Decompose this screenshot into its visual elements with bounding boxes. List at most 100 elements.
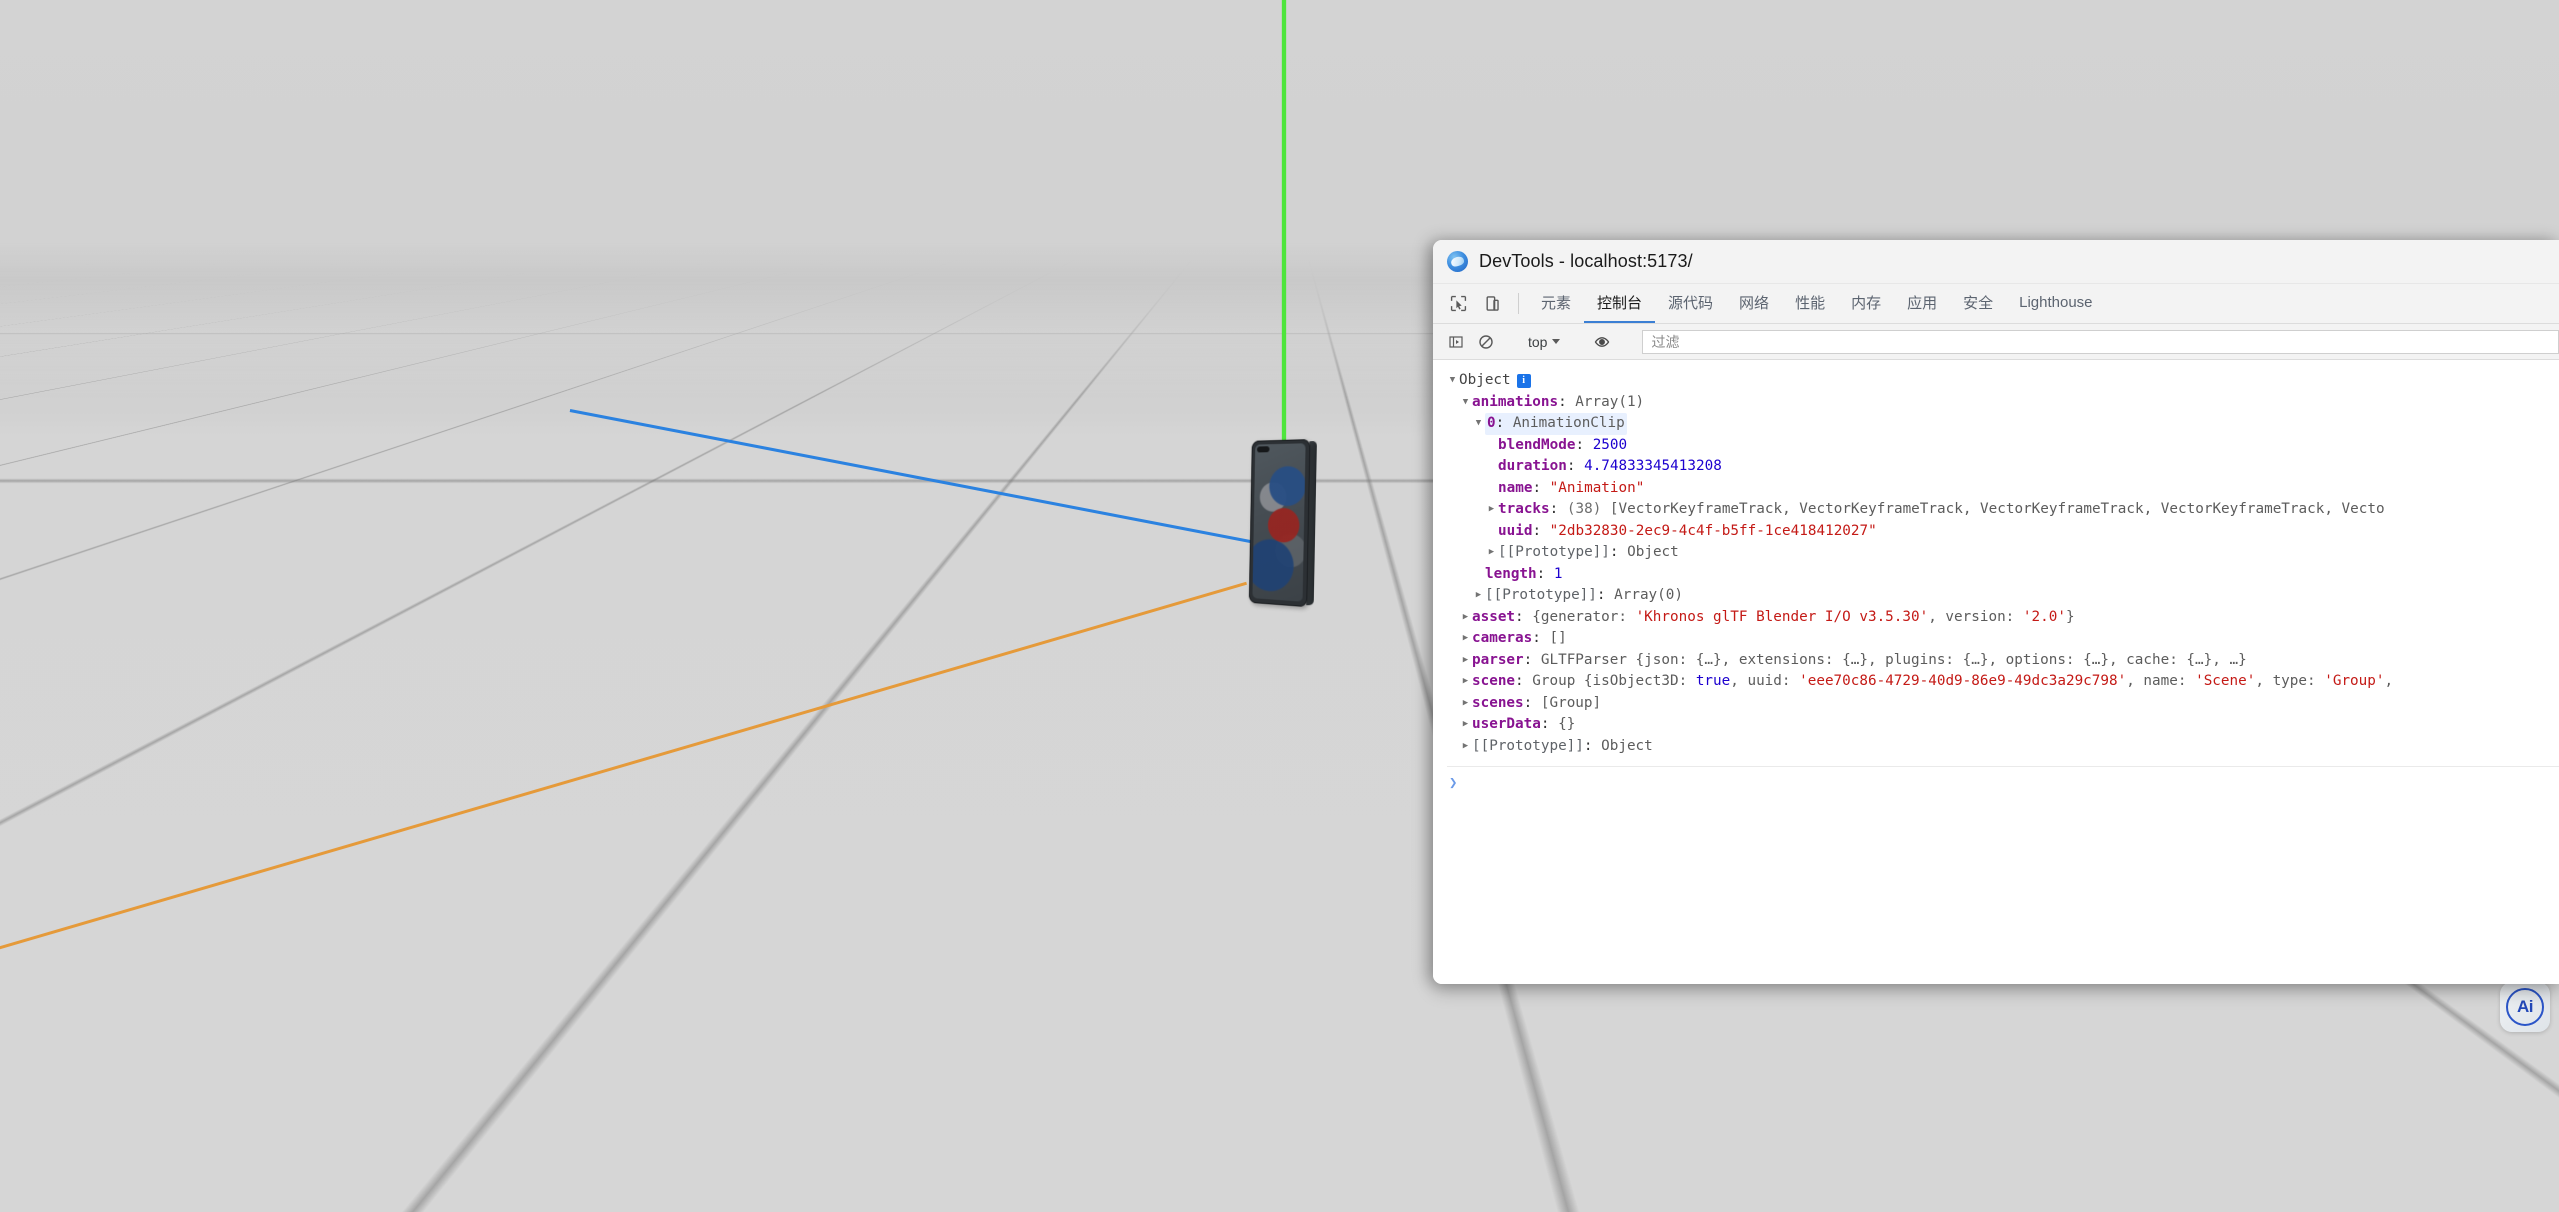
tab-lighthouse[interactable]: Lighthouse (2006, 284, 2105, 323)
console-tree-row[interactable]: ▶ [[Prototype]]: Object (1447, 736, 2559, 758)
console-tree-row[interactable]: uuid: "2db32830-2ec9-4c4f-b5ff-1ce418412… (1447, 521, 2559, 543)
collapsed-triangle-icon[interactable]: ▶ (1486, 499, 1497, 521)
device-toolbar-icon[interactable] (1475, 284, 1509, 323)
console-output-panel[interactable]: ▼ Object i ▼ animations: Array(1) ▼ 0: Animati… (1433, 360, 2559, 984)
console-token: (38) (1566, 501, 1610, 517)
console-row-content: uuid: "2db32830-2ec9-4c4f-b5ff-1ce418412… (1498, 521, 1877, 543)
console-row-content: [[Prototype]]: Object (1498, 542, 1679, 564)
console-token: , (2384, 673, 2394, 689)
console-tree-row[interactable]: ▶ [[Prototype]]: Object (1447, 542, 2559, 564)
edge-browser-logo-icon (1447, 251, 1468, 272)
console-token: {} (1558, 716, 1576, 732)
console-token: : (1515, 608, 1533, 625)
inspect-element-icon[interactable] (1441, 284, 1475, 323)
tab-elements[interactable]: 元素 (1528, 284, 1584, 323)
devtools-tab-strip[interactable]: 元素 控制台 源代码 网络 性能 内存 应用 安全 Lighthouse (1433, 284, 2559, 324)
console-token: 0 (1487, 415, 1496, 431)
devtools-title: DevTools - localhost:5173/ (1479, 251, 1693, 271)
phone-camera-notch (1256, 446, 1270, 453)
console-token: '2.0' (2022, 608, 2066, 625)
ai-assistant-badge[interactable]: Ai (2500, 982, 2550, 1032)
console-prompt-row[interactable]: ❯ (1447, 766, 2559, 795)
tab-application[interactable]: 应用 (1894, 284, 1950, 323)
tab-sources[interactable]: 源代码 (1655, 284, 1726, 323)
console-token: 'Khronos glTF Blender I/O v3.5.30' (1635, 608, 1929, 625)
clear-console-icon[interactable] (1471, 329, 1501, 355)
console-token: scene (1472, 673, 1516, 689)
console-tree-row[interactable]: ▼ Object i (1447, 370, 2559, 392)
console-tree-row[interactable]: ▼ 0: AnimationClip (1447, 413, 2559, 435)
console-token: GLTFParser {json: {…}, extensions: {…}, … (1540, 651, 2247, 668)
console-token: 4.74833345413208 (1584, 458, 1722, 474)
console-tree-row[interactable]: ▶ cameras: [] (1447, 628, 2559, 650)
phone-screen-texture (1252, 443, 1306, 602)
console-row-content: [[Prototype]]: Array(0) (1485, 585, 1683, 607)
tab-console[interactable]: 控制台 (1584, 284, 1656, 323)
console-token: } (2065, 608, 2075, 625)
console-tree-row[interactable]: ▶ tracks: (38) [VectorKeyframeTrack, Vect… (1447, 499, 2559, 521)
console-token: [VectorKeyframeTrack, VectorKeyframeTrac… (1609, 501, 2385, 517)
grid-plane (0, 131, 2559, 248)
collapsed-triangle-icon[interactable]: ▶ (1473, 585, 1484, 607)
collapsed-triangle-icon[interactable]: ▶ (1460, 693, 1471, 715)
tab-performance[interactable]: 性能 (1782, 284, 1838, 323)
console-filter-input[interactable]: 过滤 (1642, 329, 2559, 354)
console-tree-row[interactable]: ▶ parser: GLTFParser {json: {…}, extensio… (1447, 650, 2559, 672)
console-token: : (1532, 522, 1550, 539)
console-token: Object (1459, 372, 1511, 388)
console-token: [Group] (1540, 694, 1602, 711)
console-tree-row[interactable]: ▶ userData: {} (1447, 714, 2559, 736)
console-token: : (1575, 436, 1593, 453)
console-tree-row[interactable]: ▶ [[Prototype]]: Array(0) (1447, 585, 2559, 607)
console-token: scenes (1472, 694, 1524, 711)
console-tree-row[interactable]: blendMode: 2500 (1447, 435, 2559, 457)
console-token: : (1495, 415, 1513, 431)
sidebar-toggle-icon[interactable] (1441, 329, 1471, 355)
collapsed-triangle-icon[interactable]: ▶ (1460, 650, 1471, 672)
console-toolbar[interactable]: top 过滤 (1433, 324, 2559, 360)
console-token: Group {isObject3D: (1532, 673, 1696, 689)
collapsed-triangle-icon[interactable]: ▶ (1460, 671, 1471, 693)
console-tree-row[interactable]: name: "Animation" (1447, 478, 2559, 500)
console-tree-row[interactable]: ▶ asset: {generator: 'Khronos glTF Blende… (1447, 607, 2559, 629)
execution-context-selector[interactable]: top (1520, 334, 1568, 350)
tab-network[interactable]: 网络 (1726, 284, 1782, 323)
console-tree-row[interactable]: ▼ animations: Array(1) (1447, 392, 2559, 414)
console-tree-row[interactable]: ▶ scene: Group {isObject3D: true, uuid: '… (1447, 671, 2559, 693)
info-badge-icon[interactable]: i (1516, 373, 1531, 388)
collapsed-triangle-icon[interactable]: ▶ (1460, 607, 1471, 629)
console-token: [[Prototype]] (1472, 737, 1584, 754)
live-expression-icon[interactable] (1587, 329, 1617, 355)
console-tree-row[interactable]: ▶ scenes: [Group] (1447, 693, 2559, 715)
expanded-triangle-icon[interactable]: ▼ (1460, 392, 1471, 414)
console-token: "2db32830-2ec9-4c4f-b5ff-1ce418412027" (1549, 522, 1877, 539)
console-tree-row[interactable]: length: 1 (1447, 564, 2559, 586)
console-token: parser (1472, 651, 1524, 668)
tab-security[interactable]: 安全 (1950, 284, 2006, 323)
expanded-triangle-icon[interactable]: ▼ (1473, 413, 1484, 435)
ai-badge-label: Ai (2506, 988, 2544, 1026)
execution-context-label: top (1528, 333, 1548, 350)
console-token: duration (1498, 458, 1567, 474)
collapsed-triangle-icon[interactable]: ▶ (1486, 542, 1497, 564)
console-token: : (1566, 458, 1585, 474)
console-object-tree[interactable]: ▼ Object i ▼ animations: Array(1) ▼ 0: Animati… (1447, 370, 2559, 757)
console-row-content: tracks: (38) [VectorKeyframeTrack, Vecto… (1498, 499, 2385, 521)
console-token: : (1558, 393, 1576, 410)
expanded-triangle-icon[interactable]: ▼ (1447, 370, 1458, 392)
smartphone-gltf-model[interactable] (1248, 439, 1318, 608)
collapsed-triangle-icon[interactable]: ▶ (1460, 736, 1471, 758)
collapsed-triangle-icon[interactable]: ▶ (1460, 628, 1471, 650)
console-tree-row[interactable]: duration: 4.74833345413208 (1447, 456, 2559, 478)
console-row-content: length: 1 (1485, 564, 1562, 586)
console-token: [[Prototype]] (1485, 587, 1597, 603)
console-token: name (1498, 479, 1533, 496)
tabstrip-divider (1518, 293, 1519, 314)
collapsed-triangle-icon[interactable]: ▶ (1460, 714, 1471, 736)
tab-memory[interactable]: 内存 (1838, 284, 1894, 323)
y-axis-line (1282, 0, 1286, 466)
console-row-content: Object (1459, 370, 1511, 392)
devtools-window[interactable]: DevTools - localhost:5173/ 元素 控制台 源代码 网络… (1433, 240, 2559, 984)
